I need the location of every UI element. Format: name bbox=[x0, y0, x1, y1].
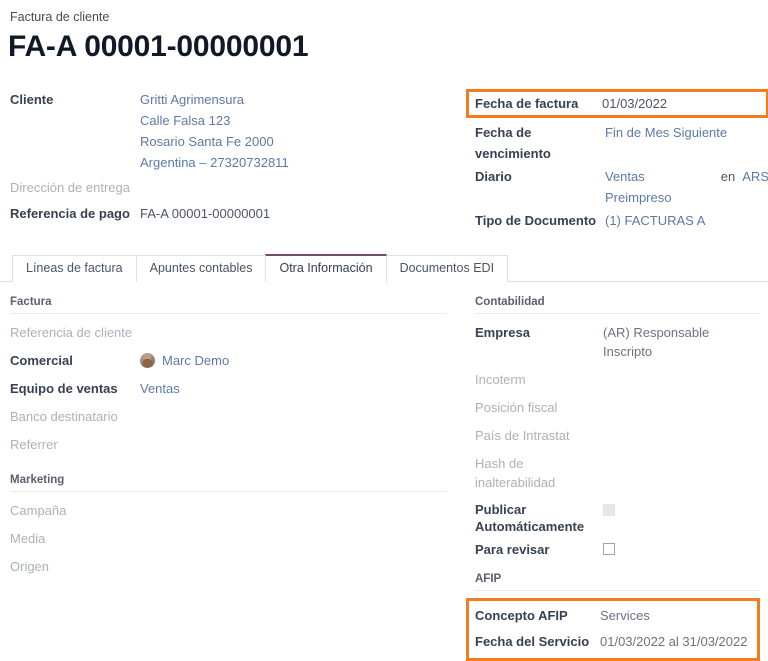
referrer-label: Referrer bbox=[10, 435, 140, 454]
avatar bbox=[140, 353, 155, 368]
pais-de-intrastat-label: País de Intrastat bbox=[475, 426, 603, 445]
field-due-date: Fecha de vencimiento Fin de Mes Siguient… bbox=[475, 122, 768, 164]
field-media: Media bbox=[10, 529, 447, 548]
customer-address[interactable]: Gritti Agrimensura Calle Falsa 123 Rosar… bbox=[140, 89, 440, 173]
fecha-del-servicio-value[interactable]: 01/03/2022 al 31/03/2022 bbox=[600, 632, 747, 651]
field-para-revisar: Para revisar bbox=[475, 540, 760, 559]
field-referencia-cliente: Referencia de cliente bbox=[10, 323, 447, 342]
fecha-del-servicio-label: Fecha del Servicio bbox=[475, 632, 600, 651]
comercial-value: Marc Demo bbox=[162, 351, 229, 370]
field-hash-de-inalterabilidad: Hash de inalterabilidad bbox=[475, 454, 760, 492]
field-incoterm: Incoterm bbox=[475, 370, 760, 389]
para-revisar-label: Para revisar bbox=[475, 540, 603, 559]
field-origen: Origen bbox=[10, 557, 447, 576]
field-concepto-afip: Concepto AFIP Services bbox=[475, 606, 751, 625]
para-revisar-checkbox-wrap[interactable] bbox=[603, 540, 615, 555]
journal-currency[interactable]: ARS bbox=[742, 166, 768, 187]
hash-de-inalterabilidad-label: Hash de inalterabilidad bbox=[475, 454, 603, 492]
incoterm-label: Incoterm bbox=[475, 370, 603, 389]
banco-destinatario-label: Banco destinatario bbox=[10, 407, 140, 426]
concepto-afip-label: Concepto AFIP bbox=[475, 606, 600, 625]
media-label: Media bbox=[10, 529, 140, 548]
origen-label: Origen bbox=[10, 557, 140, 576]
field-journal: Diario Ventas Preimpreso en ARS bbox=[475, 166, 768, 208]
invoice-form: Factura de cliente FA-A 00001-00000001 C… bbox=[0, 0, 768, 661]
address-line-3: Rosario Santa Fe 2000 bbox=[140, 131, 440, 152]
field-delivery-address: Dirección de entrega bbox=[10, 177, 475, 198]
field-invoice-date: Fecha de factura 01/03/2022 bbox=[475, 93, 762, 114]
journal-currency-separator: en bbox=[721, 166, 735, 187]
empresa-label: Empresa bbox=[475, 323, 603, 342]
journal-value[interactable]: Ventas Preimpreso bbox=[605, 166, 714, 208]
tab-content-otra-informacion: Factura Referencia de cliente Comercial … bbox=[0, 282, 768, 661]
publicar-automaticamente-checkbox bbox=[603, 504, 615, 516]
comercial-label: Comercial bbox=[10, 351, 140, 370]
header-fields: Cliente Gritti Agrimensura Calle Falsa 1… bbox=[0, 89, 768, 233]
field-empresa: Empresa (AR) Responsable Inscripto bbox=[475, 323, 760, 361]
section-title-afip: AFIP bbox=[475, 573, 760, 591]
field-posicion-fiscal: Posición fiscal bbox=[475, 398, 760, 417]
field-fecha-del-servicio: Fecha del Servicio 01/03/2022 al 31/03/2… bbox=[475, 632, 751, 651]
concepto-afip-value[interactable]: Services bbox=[600, 606, 650, 625]
document-type-value[interactable]: (1) FACTURAS A bbox=[605, 210, 765, 231]
payment-reference-value[interactable]: FA-A 00001-00000001 bbox=[140, 203, 440, 224]
field-document-type: Tipo de Documento (1) FACTURAS A bbox=[475, 210, 768, 231]
invoice-date-highlight: Fecha de factura 01/03/2022 bbox=[466, 89, 768, 118]
customer-column: Cliente Gritti Agrimensura Calle Falsa 1… bbox=[10, 89, 475, 233]
section-title-marketing: Marketing bbox=[10, 474, 447, 492]
tab-lineas-de-factura[interactable]: Líneas de factura bbox=[12, 255, 137, 282]
afip-highlight: Concepto AFIP Services Fecha del Servici… bbox=[466, 598, 760, 661]
tab-bar: Líneas de factura Apuntes contables Otra… bbox=[0, 255, 768, 282]
right-groups: Contabilidad Empresa (AR) Responsable In… bbox=[475, 296, 760, 661]
publicar-automaticamente-label: Publicar Automáticamente bbox=[475, 501, 603, 535]
tab-documentos-edi[interactable]: Documentos EDI bbox=[386, 255, 508, 282]
field-comercial: Comercial Marc Demo bbox=[10, 351, 447, 370]
address-line-4: Argentina – 27320732811 bbox=[140, 152, 440, 173]
journal-label: Diario bbox=[475, 166, 605, 187]
due-date-label: Fecha de vencimiento bbox=[475, 122, 605, 164]
publicar-automaticamente-checkbox-wrap bbox=[603, 501, 615, 516]
delivery-address-label: Dirección de entrega bbox=[10, 177, 140, 198]
field-customer: Cliente Gritti Agrimensura Calle Falsa 1… bbox=[10, 89, 475, 173]
breadcrumb[interactable]: Factura de cliente bbox=[0, 10, 768, 24]
campana-label: Campaña bbox=[10, 501, 140, 520]
document-type-label: Tipo de Documento bbox=[475, 210, 605, 231]
field-banco-destinatario: Banco destinatario bbox=[10, 407, 447, 426]
payment-reference-label: Referencia de pago bbox=[10, 203, 140, 224]
para-revisar-checkbox[interactable] bbox=[603, 543, 615, 555]
referencia-cliente-label: Referencia de cliente bbox=[10, 323, 140, 342]
posicion-fiscal-label: Posición fiscal bbox=[475, 398, 603, 417]
field-publicar-automaticamente: Publicar Automáticamente bbox=[475, 501, 760, 535]
tab-otra-informacion[interactable]: Otra Información bbox=[265, 254, 386, 282]
page-title: FA-A 00001-00000001 bbox=[0, 30, 768, 65]
section-title-factura: Factura bbox=[10, 296, 447, 314]
section-title-contabilidad: Contabilidad bbox=[475, 296, 760, 314]
empresa-value[interactable]: (AR) Responsable Inscripto bbox=[603, 323, 760, 361]
field-pais-de-intrastat: País de Intrastat bbox=[475, 426, 760, 445]
customer-label: Cliente bbox=[10, 89, 140, 110]
field-referrer: Referrer bbox=[10, 435, 447, 454]
left-groups: Factura Referencia de cliente Comercial … bbox=[10, 296, 475, 661]
field-campana: Campaña bbox=[10, 501, 447, 520]
invoice-date-value[interactable]: 01/03/2022 bbox=[602, 93, 762, 114]
invoice-date-label: Fecha de factura bbox=[475, 93, 602, 114]
tab-apuntes-contables[interactable]: Apuntes contables bbox=[136, 255, 267, 282]
comercial-value-wrap[interactable]: Marc Demo bbox=[140, 351, 229, 370]
address-line-2: Calle Falsa 123 bbox=[140, 110, 440, 131]
field-payment-reference: Referencia de pago FA-A 00001-00000001 bbox=[10, 203, 475, 224]
due-date-value[interactable]: Fin de Mes Siguiente bbox=[605, 122, 765, 143]
field-equipo-de-ventas: Equipo de ventas Ventas bbox=[10, 379, 447, 398]
invoice-meta-column: Fecha de factura 01/03/2022 Fecha de ven… bbox=[475, 89, 768, 233]
equipo-de-ventas-value[interactable]: Ventas bbox=[140, 379, 180, 398]
address-line-1: Gritti Agrimensura bbox=[140, 89, 440, 110]
equipo-de-ventas-label: Equipo de ventas bbox=[10, 379, 140, 398]
